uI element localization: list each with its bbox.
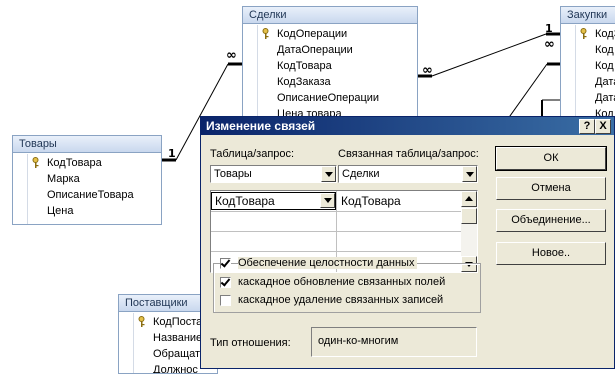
field-name: КодОперации	[277, 28, 348, 40]
grid-left-field[interactable]: КодТовара	[211, 192, 336, 210]
dialog-title: Изменение связей	[206, 119, 316, 133]
field-name: Обращат	[153, 348, 201, 360]
field-name: Дата	[595, 92, 615, 104]
field-row[interactable]: КодЗаказа	[243, 74, 417, 90]
scroll-thumb[interactable]	[461, 208, 477, 224]
table-tovary-title[interactable]: Товары	[13, 136, 161, 153]
table-sdelki-title[interactable]: Сделки	[243, 7, 417, 24]
table-sdelki[interactable]: Сделки КодОперации ДатаОперации КодТовар…	[242, 6, 418, 118]
field-name: Дата	[595, 76, 615, 88]
cascade-update-checkbox[interactable]	[220, 277, 231, 288]
field-row[interactable]: Марка	[13, 171, 161, 187]
table-select[interactable]: Товары	[210, 165, 337, 183]
integrity-checkbox[interactable]	[220, 258, 231, 269]
field-row[interactable]: Дата	[561, 74, 615, 90]
scroll-up-icon[interactable]	[461, 191, 477, 207]
grid-scrollbar[interactable]	[461, 191, 477, 272]
dialog-titlebar[interactable]: Изменение связей ? X	[201, 117, 614, 135]
table-zakupki-title[interactable]: Закупки	[561, 7, 615, 24]
table-select-value: Товары	[214, 168, 252, 180]
field-name: КодТовара	[277, 60, 332, 72]
field-name: КодЗаказа	[277, 76, 331, 88]
grid-divider	[211, 231, 461, 232]
cancel-button[interactable]: Отмена	[496, 177, 606, 200]
close-button[interactable]: X	[595, 119, 611, 134]
cascade-delete-checkbox[interactable]	[220, 295, 231, 306]
cardinality-many-zakupki: ∞	[544, 37, 555, 52]
cascade-delete-label[interactable]: каскадное удаление связанных записей	[238, 294, 443, 306]
field-name: Код	[595, 60, 614, 72]
cardinality-one-tovary: 1	[168, 147, 176, 160]
related-table-label: Связанная таблица/запрос:	[338, 148, 479, 160]
integrity-label[interactable]: Обеспечение целостности данных	[238, 257, 418, 269]
cardinality-many-sdelki-out: ∞	[422, 63, 433, 78]
primary-key-icon	[138, 316, 145, 327]
table-tovary[interactable]: Товары КодТовара Марка ОписаниеТовара Це…	[12, 135, 162, 225]
grid-left-value: КодТовара	[215, 194, 275, 208]
dropdown-arrow-icon[interactable]	[321, 166, 336, 182]
grid-right-field[interactable]: КодТовара	[338, 193, 458, 209]
field-row[interactable]: Дата	[561, 90, 615, 106]
dropdown-arrow-icon[interactable]	[462, 166, 477, 182]
field-name: КодПоста	[153, 316, 203, 328]
field-row[interactable]: ОписаниеТовара	[13, 187, 161, 203]
primary-key-icon	[580, 28, 587, 39]
field-row[interactable]: КодОперации	[243, 26, 417, 42]
grid-divider	[211, 251, 461, 252]
table-label: Таблица/запрос:	[210, 148, 295, 160]
relation-type-value: один-ко-многим	[318, 335, 399, 347]
field-row[interactable]: Цена	[13, 203, 161, 219]
field-row[interactable]: Код	[561, 42, 615, 58]
field-name: Название	[153, 332, 203, 344]
cascade-update-label[interactable]: каскадное обновление связанных полей	[238, 276, 445, 288]
field-name: Цена	[47, 205, 74, 217]
join-type-button[interactable]: Объединение...	[496, 209, 606, 232]
field-name: ОписаниеОперации	[277, 92, 380, 104]
primary-key-icon	[262, 28, 269, 39]
grid-divider	[211, 211, 461, 212]
field-name: КодТовара	[47, 157, 102, 169]
field-row[interactable]: ОписаниеОперации	[243, 90, 417, 106]
help-button[interactable]: ?	[579, 119, 595, 134]
related-table-select[interactable]: Сделки	[338, 165, 478, 183]
field-name: КодЗ	[595, 28, 615, 40]
relation-type-label: Тип отношения:	[210, 337, 291, 349]
field-name: ДатаОперации	[277, 44, 353, 56]
create-new-button[interactable]: Новое..	[496, 242, 606, 265]
related-table-select-value: Сделки	[342, 168, 380, 180]
field-name: Марка	[47, 173, 80, 185]
dropdown-arrow-icon[interactable]	[320, 193, 335, 208]
field-name: ОписаниеТовара	[47, 189, 134, 201]
field-row[interactable]: КодТовара	[13, 155, 161, 171]
edit-relationships-dialog[interactable]: Изменение связей ? X Таблица/запрос: Свя…	[200, 116, 615, 369]
cardinality-many-sdelki: ∞	[226, 48, 237, 63]
cardinality-one-zakupki: 1	[545, 22, 553, 35]
relation-type-value-box: один-ко-многим	[311, 327, 477, 357]
field-row[interactable]: КодТовара	[243, 58, 417, 74]
field-row[interactable]: Код	[561, 58, 615, 74]
field-row[interactable]: ДатаОперации	[243, 42, 417, 58]
field-name: Код	[595, 44, 614, 56]
table-zakupki[interactable]: Закупки КодЗ Код Код Дата Дата Код	[560, 6, 615, 118]
grid-right-value: КодТовара	[341, 194, 401, 208]
field-name: Должнос	[153, 364, 198, 374]
ok-button[interactable]: ОК	[495, 146, 607, 171]
primary-key-icon	[32, 157, 39, 168]
field-row[interactable]: КодЗ	[561, 26, 615, 42]
